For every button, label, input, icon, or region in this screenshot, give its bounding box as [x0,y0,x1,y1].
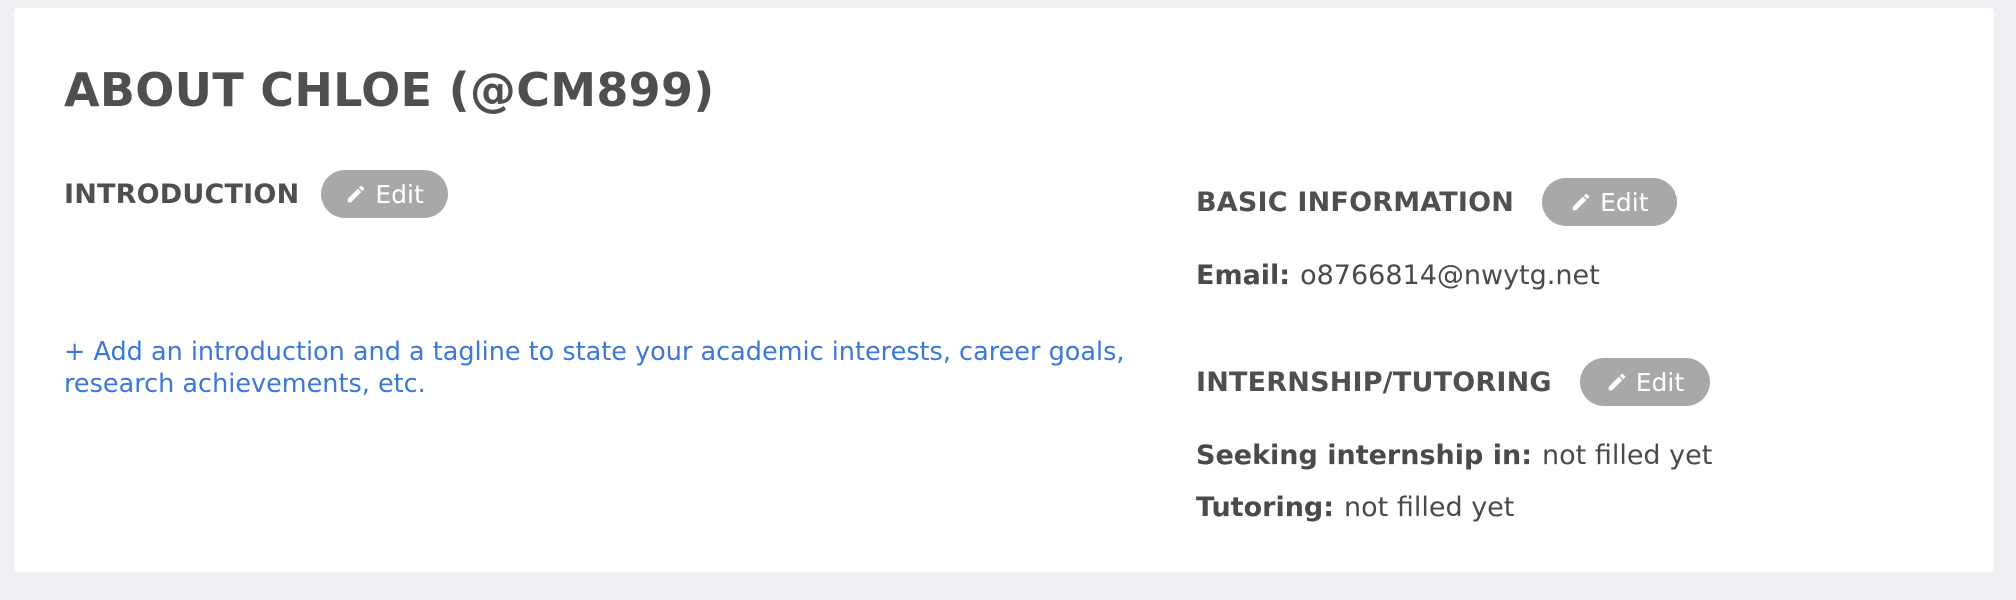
email-value: o8766814@nwytg.net [1300,260,1600,291]
pencil-icon [348,185,365,203]
internship-tutoring-edit-label: Edit [1635,367,1685,397]
basic-information-header: BASIC INFORMATION Edit [1196,178,1677,226]
about-card: ABOUT CHLOE (@CM899) INTRODUCTION Edit +… [14,8,1994,572]
introduction-edit-button[interactable]: Edit [321,170,448,218]
page-title: ABOUT CHLOE (@CM899) [64,63,715,117]
tutoring-value: not filled yet [1344,492,1515,523]
internship-tutoring-edit-button[interactable]: Edit [1579,358,1711,406]
introduction-heading: INTRODUCTION [64,178,300,210]
internship-tutoring-header: INTERNSHIP/TUTORING Edit [1196,358,1711,406]
internship-tutoring-heading: INTERNSHIP/TUTORING [1196,366,1552,398]
seeking-internship-value: not filled yet [1542,440,1713,471]
pencil-icon [1572,193,1590,211]
introduction-edit-label: Edit [375,179,424,209]
email-label: Email: [1196,260,1291,291]
seeking-internship-row: Seeking internship in: not filled yet [1196,440,1712,471]
basic-information-edit-label: Edit [1600,187,1649,217]
introduction-header: INTRODUCTION Edit [64,170,448,218]
seeking-internship-label: Seeking internship in: [1196,440,1533,471]
add-introduction-link[interactable]: + Add an introduction and a tagline to s… [64,336,1184,400]
basic-information-heading: BASIC INFORMATION [1196,186,1515,218]
basic-information-edit-button[interactable]: Edit [1542,178,1677,226]
tutoring-row: Tutoring: not filled yet [1196,492,1514,523]
pencil-icon [1608,373,1626,391]
tutoring-label: Tutoring: [1196,492,1335,523]
email-row: Email: o8766814@nwytg.net [1196,260,1600,291]
